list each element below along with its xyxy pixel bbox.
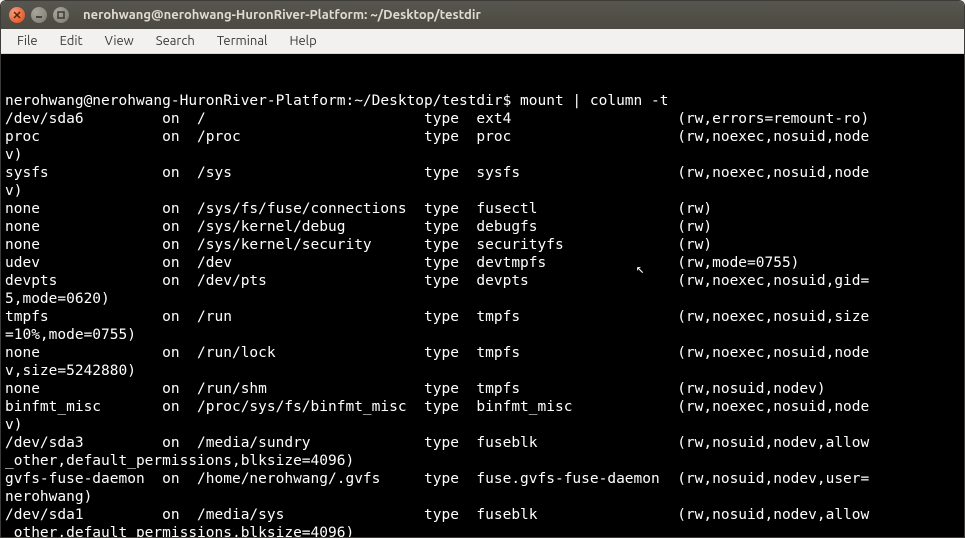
terminal-body[interactable]: nerohwang@nerohwang-HuronRiver-Platform:… [1,54,964,537]
close-icon[interactable] [9,7,25,23]
window-title: nerohwang@nerohwang-HuronRiver-Platform:… [83,8,481,22]
menu-view[interactable]: View [95,31,144,51]
titlebar[interactable]: nerohwang@nerohwang-HuronRiver-Platform:… [1,1,964,29]
menu-search[interactable]: Search [146,31,205,51]
menu-terminal[interactable]: Terminal [207,31,278,51]
menu-edit[interactable]: Edit [50,31,93,51]
menu-file[interactable]: File [7,31,48,51]
window-controls [9,7,69,23]
terminal-output: nerohwang@nerohwang-HuronRiver-Platform:… [5,92,960,537]
terminal-window: nerohwang@nerohwang-HuronRiver-Platform:… [0,0,965,538]
maximize-icon[interactable] [53,7,69,23]
minimize-icon[interactable] [31,7,47,23]
menu-help[interactable]: Help [279,31,326,51]
menubar: File Edit View Search Terminal Help [1,29,964,54]
